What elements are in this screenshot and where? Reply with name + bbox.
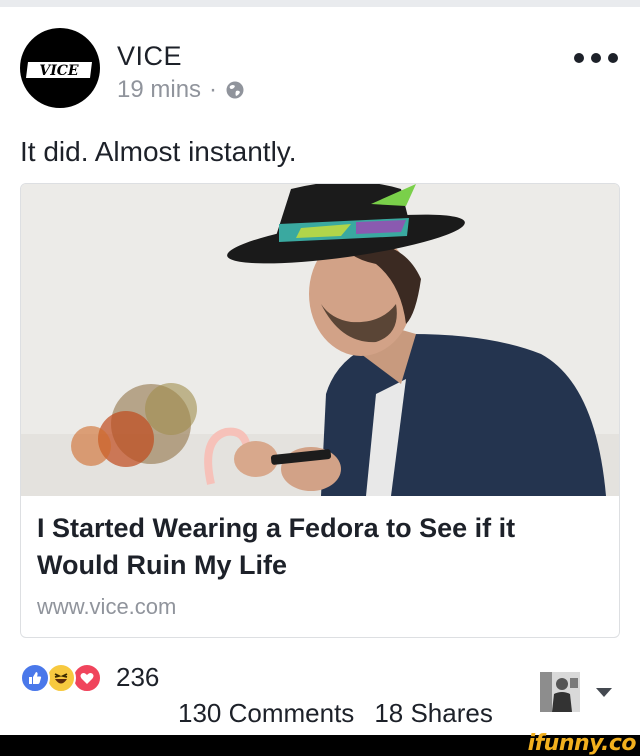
page-name-link[interactable]: VICE: [117, 41, 182, 72]
more-dot: [608, 53, 618, 63]
logo-text: VICE: [39, 63, 79, 79]
watermark-bar: ifunny.co: [0, 731, 640, 756]
engagement-counts: 130 Comments 18 Shares: [178, 698, 493, 729]
top-divider: [0, 0, 640, 7]
shares-count-link[interactable]: 18 Shares: [374, 698, 493, 729]
vice-logo-icon: VICE: [26, 62, 92, 79]
reaction-count: 236: [116, 662, 160, 692]
article-title[interactable]: I Started Wearing a Fedora to See if it …: [37, 510, 597, 584]
post-text: It did. Almost instantly.: [20, 136, 297, 167]
love-icon: [72, 662, 102, 693]
globe-icon: [226, 81, 244, 99]
post-meta: 19 mins ·: [117, 76, 245, 104]
more-options-button[interactable]: [574, 48, 618, 68]
link-preview-card[interactable]: I Started Wearing a Fedora to See if it …: [20, 183, 620, 638]
facebook-post: VICE VICE 19 mins · It did. Almost insta…: [0, 0, 640, 756]
meta-separator: ·: [209, 76, 218, 103]
like-icon: [20, 662, 50, 693]
chevron-down-icon[interactable]: [596, 688, 612, 697]
ifunny-watermark: ifunny.co: [527, 731, 637, 756]
more-dot: [574, 53, 584, 63]
article-domain: www.vice.com: [37, 594, 177, 619]
reactions-summary[interactable]: 236: [20, 662, 159, 693]
viewer-avatar[interactable]: [540, 672, 580, 712]
more-dot: [591, 53, 601, 63]
page-avatar[interactable]: VICE: [20, 28, 100, 108]
comments-count-link[interactable]: 130 Comments: [178, 698, 354, 729]
haha-icon: [46, 662, 76, 693]
post-time[interactable]: 19 mins: [117, 76, 201, 104]
article-photo[interactable]: [21, 184, 619, 496]
